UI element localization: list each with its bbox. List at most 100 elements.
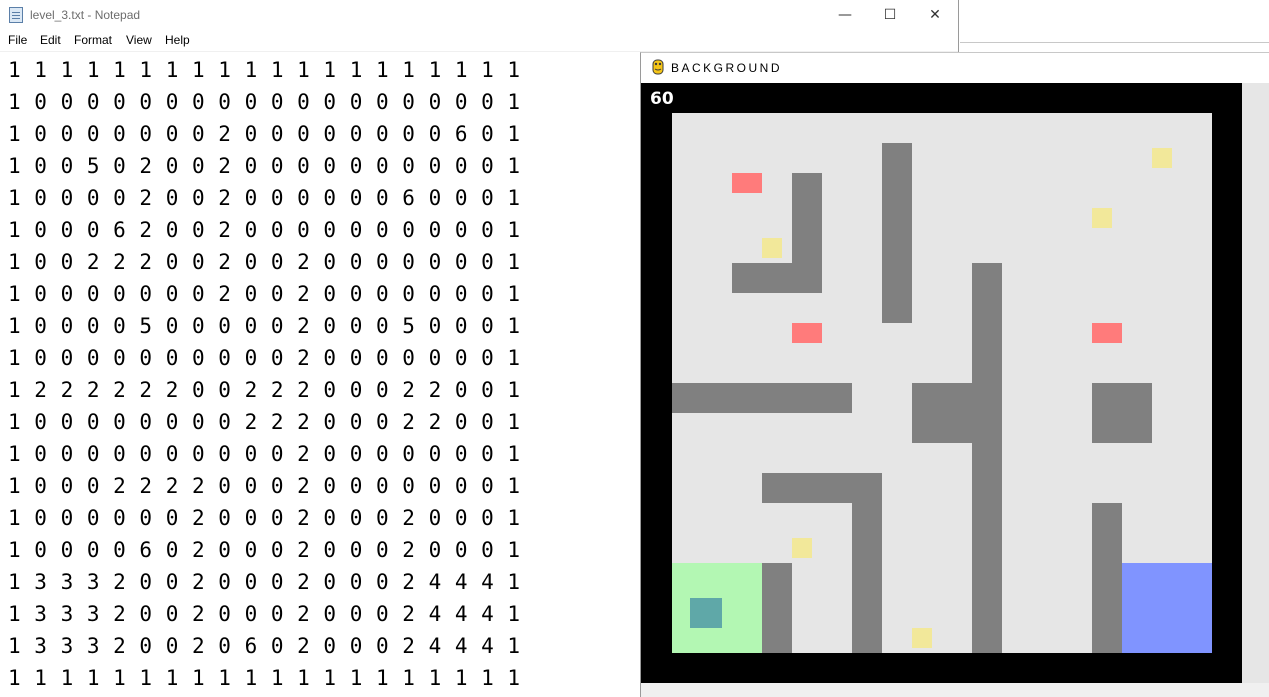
wall-tile — [702, 383, 732, 413]
wall-tile — [1092, 533, 1122, 563]
menu-view[interactable]: View — [126, 33, 152, 47]
wall-tile — [882, 143, 912, 173]
wall-tile — [762, 473, 792, 503]
menu-format[interactable]: Format — [74, 33, 112, 47]
background-window-edge — [960, 42, 1269, 52]
goal-zone-tile — [1152, 593, 1182, 623]
goal-zone-tile — [1122, 623, 1152, 653]
enemy-tile — [792, 323, 822, 343]
wall-tile — [1092, 383, 1122, 413]
wall-tile — [792, 473, 822, 503]
wall-tile — [852, 623, 882, 653]
menu-edit[interactable]: Edit — [40, 33, 61, 47]
enemy-tile — [1092, 323, 1122, 343]
start-zone-tile — [672, 563, 702, 593]
player-square — [690, 598, 722, 628]
wall-tile — [762, 593, 792, 623]
wall-tile — [1092, 413, 1122, 443]
wall-tile — [972, 323, 1002, 353]
game-board — [672, 113, 1212, 653]
wall-tile — [1092, 503, 1122, 533]
notepad-window-title: level_3.txt - Notepad — [30, 8, 141, 22]
wall-tile — [852, 473, 882, 503]
maximize-button[interactable]: ☐ — [867, 0, 913, 31]
menu-help[interactable]: Help — [165, 33, 190, 47]
wall-tile — [942, 413, 972, 443]
notepad-text-area[interactable]: 1 1 1 1 1 1 1 1 1 1 1 1 1 1 1 1 1 1 1 1 … — [8, 54, 608, 694]
wall-tile — [762, 623, 792, 653]
wall-tile — [732, 263, 762, 293]
wall-tile — [972, 383, 1002, 413]
wall-tile — [822, 473, 852, 503]
wall-tile — [882, 173, 912, 203]
wall-tile — [942, 383, 972, 413]
wall-tile — [972, 413, 1002, 443]
coin-tile — [912, 628, 932, 648]
goal-zone-tile — [1182, 563, 1212, 593]
wall-tile — [972, 593, 1002, 623]
wall-tile — [972, 293, 1002, 323]
wall-tile — [912, 413, 942, 443]
wall-tile — [882, 203, 912, 233]
wall-tile — [972, 533, 1002, 563]
wall-tile — [852, 503, 882, 533]
fps-counter: 60 — [650, 89, 674, 109]
goal-zone-tile — [1122, 563, 1152, 593]
wall-tile — [762, 563, 792, 593]
wall-tile — [792, 233, 822, 263]
enemy-tile — [732, 173, 762, 193]
wall-tile — [762, 263, 792, 293]
wall-tile — [972, 353, 1002, 383]
coin-tile — [762, 238, 782, 258]
coin-tile — [792, 538, 812, 558]
game-canvas-margin — [1242, 83, 1269, 683]
wall-tile — [972, 503, 1002, 533]
wall-tile — [972, 473, 1002, 503]
wall-tile — [972, 263, 1002, 293]
game-window: BACKGROUND 60 — [640, 52, 1269, 697]
wall-tile — [1122, 413, 1152, 443]
goal-zone-tile — [1152, 623, 1182, 653]
goal-zone-tile — [1182, 623, 1212, 653]
wall-tile — [792, 263, 822, 293]
wall-tile — [792, 383, 822, 413]
wall-tile — [972, 563, 1002, 593]
wall-tile — [762, 383, 792, 413]
notepad-app-icon — [9, 7, 23, 23]
start-zone-tile — [732, 563, 762, 593]
goal-zone-tile — [1152, 563, 1182, 593]
wall-tile — [792, 173, 822, 203]
wall-tile — [972, 623, 1002, 653]
wall-tile — [852, 533, 882, 563]
game-titlebar[interactable]: BACKGROUND — [641, 53, 1269, 83]
wall-tile — [882, 233, 912, 263]
wall-tile — [852, 563, 882, 593]
wall-tile — [972, 443, 1002, 473]
wall-tile — [1122, 383, 1152, 413]
coin-tile — [1092, 208, 1112, 228]
wall-tile — [672, 383, 702, 413]
wall-tile — [792, 203, 822, 233]
coin-tile — [1152, 148, 1172, 168]
wall-tile — [822, 383, 852, 413]
wall-tile — [1092, 593, 1122, 623]
notepad-menubar: File Edit Format View Help — [0, 31, 958, 52]
menu-file[interactable]: File — [8, 33, 27, 47]
game-canvas[interactable]: 60 — [641, 83, 1242, 683]
goal-zone-tile — [1182, 593, 1212, 623]
start-zone-tile — [732, 593, 762, 623]
close-button[interactable]: ✕ — [912, 0, 958, 31]
wall-tile — [882, 263, 912, 293]
wall-tile — [1092, 563, 1122, 593]
wall-tile — [852, 593, 882, 623]
wall-tile — [1092, 623, 1122, 653]
start-zone-tile — [732, 623, 762, 653]
notepad-titlebar[interactable]: level_3.txt - Notepad — ☐ ✕ — [0, 0, 958, 31]
start-zone-tile — [702, 563, 732, 593]
python-snake-icon — [652, 59, 664, 75]
minimize-button[interactable]: — — [822, 0, 868, 31]
goal-zone-tile — [1122, 593, 1152, 623]
game-window-title: BACKGROUND — [671, 61, 783, 75]
wall-tile — [912, 383, 942, 413]
wall-tile — [732, 383, 762, 413]
